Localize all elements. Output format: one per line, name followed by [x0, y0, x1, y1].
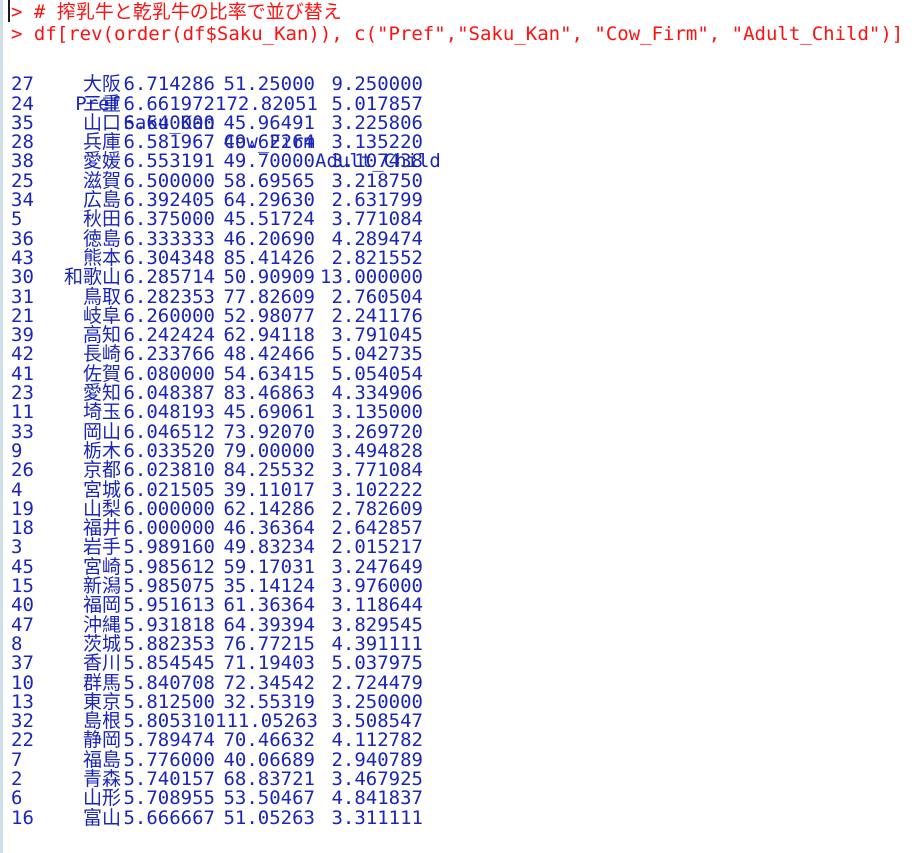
cell-adult-child: 9.250000: [331, 73, 423, 96]
cell-saku-kan: 5.666667: [123, 806, 215, 829]
cell-adult-child: 2.724479: [331, 671, 423, 694]
cell-saku-kan: 6.661972: [123, 92, 215, 115]
cell-cow-firm: 49.83234: [223, 536, 315, 559]
table-row: 40 福岡 5.951613 61.36364 3.118644: [3, 594, 916, 617]
cell-pref: 沖縄: [82, 613, 121, 636]
table-row: 6 山形 5.708955 53.50467 4.841837: [3, 787, 916, 810]
cell-saku-kan: 5.931818: [123, 613, 215, 636]
cell-saku-kan: 6.048193: [123, 401, 215, 424]
table-row: 42 長崎 6.233766 48.42466 5.042735: [3, 343, 916, 366]
cell-saku-kan: 6.285714: [123, 266, 215, 289]
cell-saku-kan: 6.023810: [123, 459, 215, 482]
cell-saku-kan: 6.714286: [123, 73, 215, 96]
cell-cow-firm: 172.82051: [215, 92, 318, 115]
console-output-area[interactable]: > # 搾乳牛と乾乳牛の比率で並び替え > df[rev(order(df$Sa…: [3, 0, 916, 853]
cell-saku-kan: 5.951613: [123, 594, 215, 617]
cell-pref: 和歌山: [63, 266, 121, 289]
table-row: 37 香川 5.854545 71.19403 5.037975: [3, 652, 916, 675]
cell-adult-child: 5.017857: [331, 92, 423, 115]
table-row: 26 京都 6.023810 84.25532 3.771084: [3, 459, 916, 482]
cell-adult-child: 3.829545: [331, 613, 423, 636]
table-row: 27 大阪 6.714286 51.25000 9.250000: [3, 73, 916, 96]
cell-pref: 鳥取: [82, 285, 121, 308]
cell-cow-firm: 70.46632: [223, 729, 315, 752]
cell-adult-child: 4.841837: [331, 787, 423, 810]
console-command-line-subset: > df[rev(order(df$Saku_Kan)), c("Pref","…: [11, 23, 904, 45]
cell-pref: 埼玉: [82, 401, 121, 424]
cell-pref: 長崎: [82, 343, 121, 366]
cell-saku-kan: 6.375000: [123, 208, 215, 231]
cell-cow-firm: 39.11017: [223, 478, 315, 501]
cell-saku-kan: 5.789474: [123, 729, 215, 752]
table-row: 22 静岡 5.789474 70.46632 4.112782: [3, 729, 916, 752]
cell-pref: 群馬: [82, 671, 121, 694]
cell-pref: 山形: [82, 787, 121, 810]
cell-pref: 大阪: [82, 73, 121, 96]
console-command-line-comment: > # 搾乳牛と乾乳牛の比率で並び替え: [11, 1, 342, 23]
cell-adult-child: 5.042735: [331, 343, 423, 366]
table-row: 38 愛媛 6.553191 49.70000 3.107438: [3, 150, 916, 173]
table-row: 30 和歌山 6.285714 50.90909 13.000000: [3, 266, 916, 289]
table-row: 3 岩手 5.989160 49.83234 2.015217: [3, 536, 916, 559]
cell-adult-child: 3.771084: [331, 459, 423, 482]
cell-cow-firm: 48.42466: [223, 343, 315, 366]
table-row: 47 沖縄 5.931818 64.39394 3.829545: [3, 613, 916, 636]
cell-cow-firm: 53.50467: [223, 787, 315, 810]
table-row: 10 群馬 5.840708 72.34542 2.724479: [3, 671, 916, 694]
cell-cow-firm: 64.39394: [223, 613, 315, 636]
table-row: 31 鳥取 6.282353 77.82609 2.760504: [3, 285, 916, 308]
table-row: 24 三重 6.661972 172.82051 5.017857: [3, 92, 916, 115]
cell-adult-child: 5.037975: [331, 652, 423, 675]
table-row: 5 秋田 6.375000 45.51724 3.771084: [3, 208, 916, 231]
table-row: 16 富山 5.666667 51.05263 3.311111: [3, 806, 916, 829]
cell-cow-firm: 45.69061: [223, 401, 315, 424]
cell-saku-kan: 5.989160: [123, 536, 215, 559]
table-rows-container: 27 大阪 6.714286 51.25000 9.250000 24 三重 6.661972…: [3, 73, 916, 829]
cell-pref: 福岡: [82, 594, 121, 617]
cell-adult-child: 3.135000: [331, 401, 423, 424]
cell-pref: 岩手: [82, 536, 121, 559]
cell-saku-kan: 6.021505: [123, 478, 215, 501]
cell-pref: 香川: [82, 652, 121, 675]
cell-pref: 静岡: [82, 729, 121, 752]
cell-cow-firm: 51.05263: [223, 806, 315, 829]
cell-adult-child: 3.102222: [331, 478, 423, 501]
cell-adult-child: 3.771084: [331, 208, 423, 231]
cell-pref: 秋田: [82, 208, 121, 231]
cell-adult-child: 2.760504: [331, 285, 423, 308]
cell-cow-firm: 51.25000: [223, 73, 315, 96]
cell-pref: 宮城: [82, 478, 121, 501]
table-row: 4 宮城 6.021505 39.11017 3.102222: [3, 478, 916, 501]
cell-adult-child: 4.112782: [331, 729, 423, 752]
cell-saku-kan: 6.553191: [123, 150, 215, 173]
data-frame-output: Pref Saku_Kan Cow_Firm Adult_Child 27 大阪 6…: [3, 56, 916, 828]
cell-cow-firm: 50.90909: [223, 266, 315, 289]
cell-saku-kan: 5.840708: [123, 671, 215, 694]
cell-adult-child: 3.311111: [331, 806, 423, 829]
cell-cow-firm: 77.82609: [223, 285, 315, 308]
cell-adult-child: 13.000000: [320, 266, 423, 289]
cell-pref: 愛媛: [82, 150, 121, 173]
cell-saku-kan: 5.708955: [123, 787, 215, 810]
r-console-pane[interactable]: > # 搾乳牛と乾乳牛の比率で並び替え > df[rev(order(df$Sa…: [0, 0, 916, 853]
cell-saku-kan: 5.854545: [123, 652, 215, 675]
cell-cow-firm: 61.36364: [223, 594, 315, 617]
cell-adult-child: 2.015217: [331, 536, 423, 559]
table-row: 11 埼玉 6.048193 45.69061 3.135000: [3, 401, 916, 424]
cell-cow-firm: 84.25532: [223, 459, 315, 482]
cell-pref: 三重: [82, 92, 121, 115]
cell-adult-child: 3.118644: [331, 594, 423, 617]
cell-saku-kan: 6.282353: [123, 285, 215, 308]
cell-cow-firm: 49.70000: [223, 150, 315, 173]
cell-pref: 京都: [82, 459, 121, 482]
cell-pref: 富山: [82, 806, 121, 829]
cell-adult-child: 3.107438: [331, 150, 423, 173]
cell-saku-kan: 6.233766: [123, 343, 215, 366]
cell-cow-firm: 72.34542: [223, 671, 315, 694]
cell-cow-firm: 45.51724: [223, 208, 315, 231]
cell-cow-firm: 71.19403: [223, 652, 315, 675]
